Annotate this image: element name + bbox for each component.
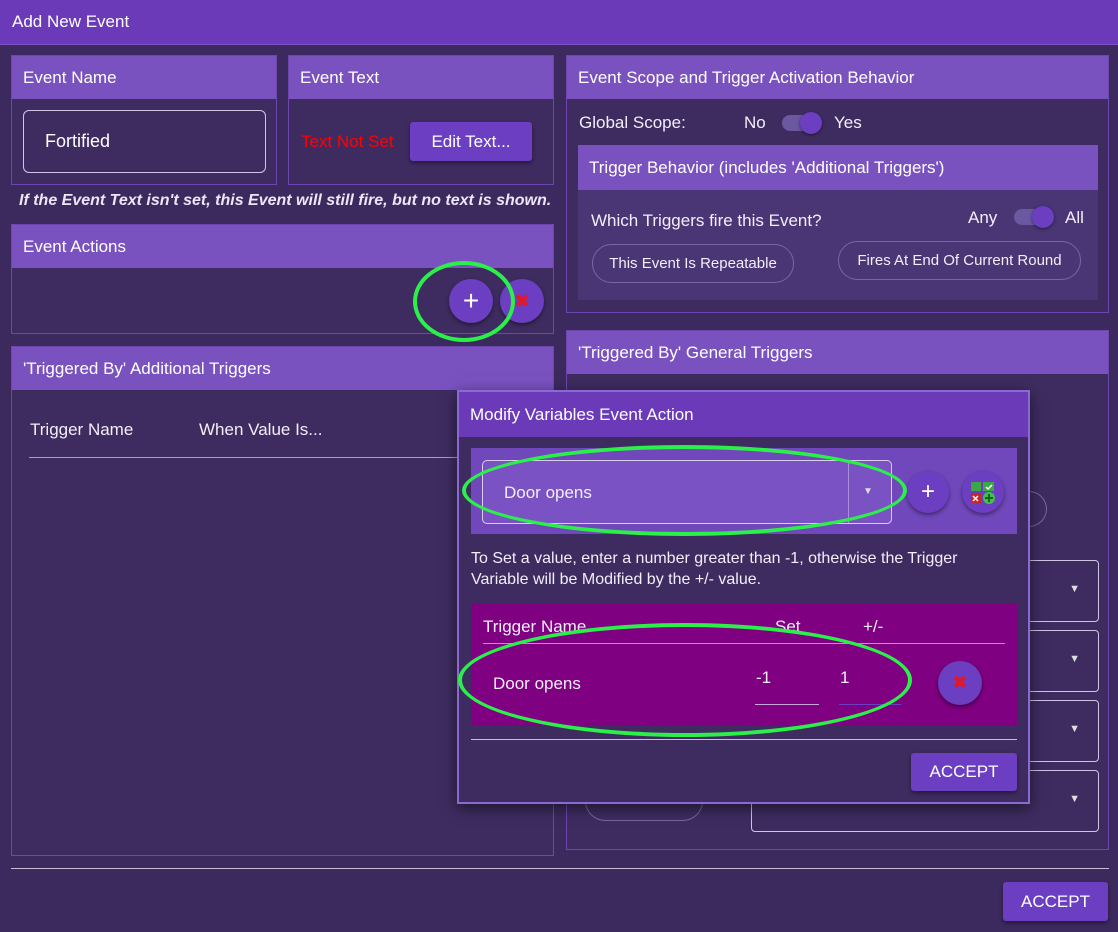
- edit-text-button[interactable]: Edit Text...: [410, 122, 532, 161]
- additional-triggers-header-label: 'Triggered By' Additional Triggers: [23, 358, 271, 378]
- col-when-value: When Value Is...: [199, 420, 323, 439]
- event-text-panel: Event Text Text Not Set Edit Text...: [288, 55, 554, 185]
- trigger-behavior-panel: Trigger Behavior (includes 'Additional T…: [578, 145, 1098, 300]
- all-label: All: [1065, 208, 1084, 227]
- col-trigger-name: Trigger Name: [30, 420, 134, 439]
- plus-icon: +: [462, 285, 480, 316]
- general-trigger-round-partial[interactable]: [1027, 491, 1047, 527]
- general-trigger-dropdown-1[interactable]: ▼: [1027, 560, 1099, 622]
- chevron-down-icon: ▼: [1069, 723, 1080, 735]
- general-triggers-header-label: 'Triggered By' General Triggers: [578, 342, 813, 362]
- global-scope-label: Global Scope:: [579, 113, 686, 132]
- delta-input[interactable]: 1: [839, 667, 901, 705]
- window-title: Add New Event: [12, 12, 130, 31]
- modal-toggle-variables-button[interactable]: [962, 471, 1004, 513]
- chevron-down-icon: ▼: [1069, 583, 1080, 595]
- accept-button[interactable]: ACCEPT: [1003, 882, 1108, 921]
- modal-accept-button[interactable]: ACCEPT: [911, 753, 1017, 791]
- repeatable-chip[interactable]: This Event Is Repeatable: [592, 244, 794, 283]
- event-text-header-label: Event Text: [300, 67, 380, 87]
- modal-title: Modify Variables Event Action: [470, 404, 694, 424]
- modal-footer-divider: [471, 739, 1017, 740]
- end-round-chip-label: Fires At End Of Current Round: [857, 252, 1062, 269]
- row-trigger-name: Door opens: [493, 674, 581, 693]
- edit-text-label: Edit Text...: [431, 131, 511, 151]
- general-trigger-dropdown-2[interactable]: ▼: [1027, 630, 1099, 692]
- table-row: Door opens -1 1 ✖: [471, 647, 1017, 717]
- modal-accept-label: ACCEPT: [929, 762, 999, 781]
- variables-icon: [971, 482, 995, 504]
- set-value: -1: [756, 668, 772, 687]
- event-scope-header: Event Scope and Trigger Activation Behav…: [567, 56, 1108, 99]
- global-scope-toggle[interactable]: [781, 111, 823, 135]
- which-triggers-label: Which Triggers fire this Event?: [591, 211, 822, 230]
- repeatable-chip-label: This Event Is Repeatable: [609, 255, 777, 272]
- col-set: Set: [775, 617, 801, 636]
- remove-row-button[interactable]: ✖: [938, 661, 982, 705]
- event-name-panel: Event Name Fortified: [11, 55, 277, 185]
- chevron-down-icon: ▼: [863, 486, 873, 497]
- event-actions-panel: Event Actions ✖ +: [11, 224, 554, 334]
- additional-triggers-divider: [29, 457, 459, 458]
- trigger-select-value: Door opens: [504, 483, 592, 502]
- any-label: Any: [968, 208, 998, 227]
- global-scope-yes: Yes: [834, 113, 862, 132]
- remove-icon: ✖: [514, 290, 530, 311]
- delta-value: 1: [840, 668, 850, 687]
- accept-label: ACCEPT: [1021, 891, 1090, 911]
- plus-icon: +: [920, 478, 935, 505]
- table-header-divider: [483, 643, 1005, 644]
- event-name-input[interactable]: Fortified: [23, 110, 266, 173]
- remove-action-button[interactable]: ✖: [500, 279, 544, 323]
- event-text-note: If the Event Text isn't set, this Event …: [19, 192, 552, 209]
- additional-triggers-header: 'Triggered By' Additional Triggers: [12, 347, 553, 390]
- modal-select-bar: Door opens ▼ +: [471, 448, 1017, 534]
- end-round-chip[interactable]: Fires At End Of Current Round: [838, 241, 1081, 280]
- event-text-header: Event Text: [289, 56, 553, 99]
- general-triggers-header: 'Triggered By' General Triggers: [567, 331, 1108, 374]
- any-all-toggle[interactable]: [1013, 205, 1055, 229]
- col-delta: +/-: [863, 617, 884, 636]
- col-trigger-name: Trigger Name: [483, 617, 587, 636]
- remove-icon: ✖: [952, 673, 968, 692]
- set-input[interactable]: -1: [755, 667, 819, 705]
- modal-add-button[interactable]: +: [907, 471, 949, 513]
- modal-header: Modify Variables Event Action: [459, 392, 1028, 437]
- event-scope-panel: Event Scope and Trigger Activation Behav…: [566, 55, 1109, 313]
- event-name-value: Fortified: [45, 131, 111, 151]
- general-trigger-dropdown-3[interactable]: ▼: [1027, 700, 1099, 762]
- event-text-status: Text Not Set: [301, 132, 394, 151]
- chevron-down-icon: ▼: [1069, 653, 1080, 665]
- trigger-behavior-header-label: Trigger Behavior (includes 'Additional T…: [589, 157, 945, 177]
- global-scope-no: No: [744, 113, 766, 132]
- variables-table: Trigger Name Set +/- Door opens -1 1 ✖: [471, 603, 1017, 726]
- modify-variables-modal: Modify Variables Event Action Door opens…: [457, 390, 1030, 804]
- event-actions-header: Event Actions: [12, 225, 553, 268]
- event-scope-header-label: Event Scope and Trigger Activation Behav…: [578, 67, 915, 87]
- window-titlebar: Add New Event: [0, 0, 1118, 45]
- chevron-down-icon: ▼: [1069, 793, 1080, 805]
- add-action-button[interactable]: +: [449, 279, 493, 323]
- footer-divider: [11, 868, 1109, 869]
- select-divider: [848, 461, 849, 523]
- event-actions-header-label: Event Actions: [23, 236, 127, 256]
- modal-instructions: To Set a value, enter a number greater t…: [471, 550, 958, 588]
- event-name-header-label: Event Name: [23, 67, 117, 87]
- trigger-select[interactable]: Door opens ▼: [482, 460, 892, 524]
- event-name-header: Event Name: [12, 56, 276, 99]
- trigger-behavior-header: Trigger Behavior (includes 'Additional T…: [578, 145, 1098, 190]
